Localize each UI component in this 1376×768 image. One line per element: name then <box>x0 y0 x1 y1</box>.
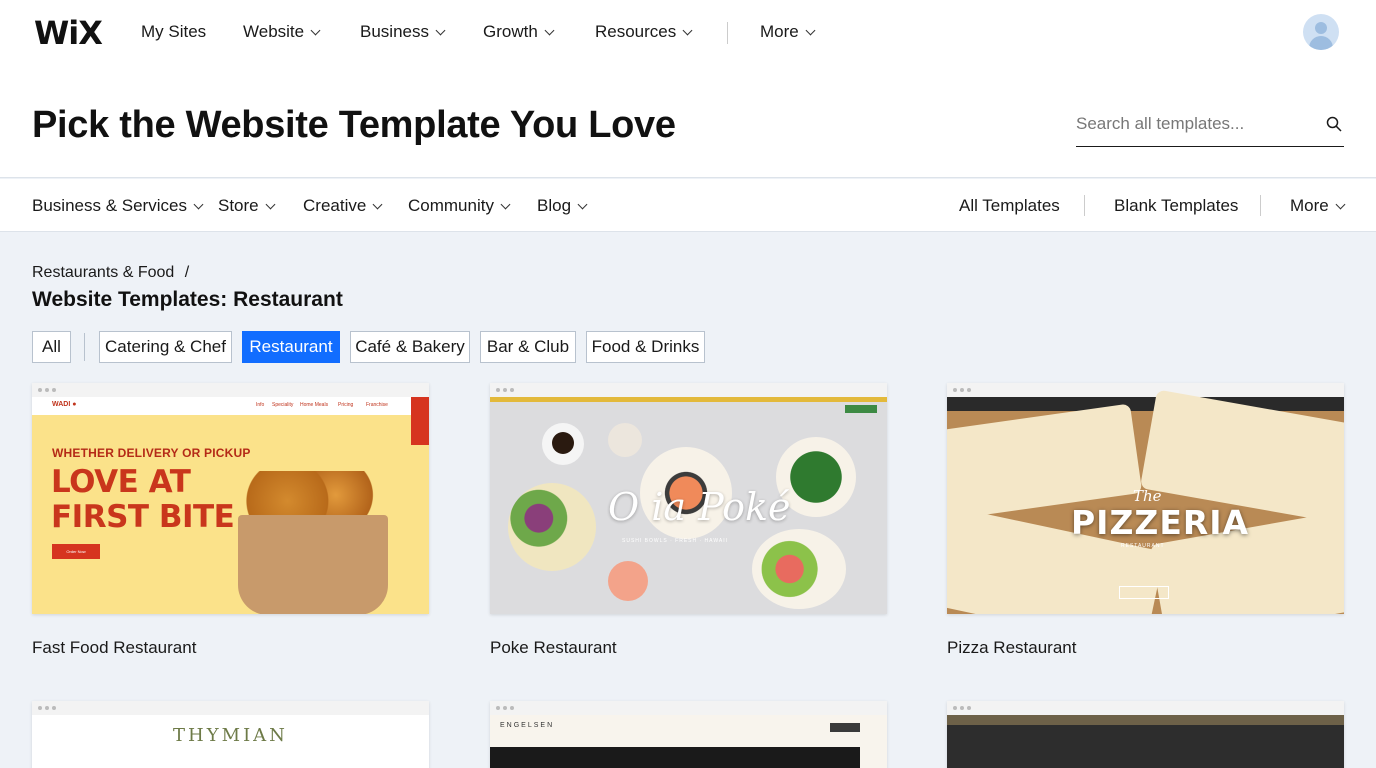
category-more[interactable]: More <box>1290 196 1346 216</box>
browser-bar <box>947 383 1344 397</box>
preview-nav <box>947 715 1344 725</box>
chevron-down-icon <box>805 25 816 35</box>
nav-business[interactable]: Business <box>360 22 446 42</box>
preview-headline: LOVE AT FIRST BITE <box>51 464 235 535</box>
nav-my-sites[interactable]: My Sites <box>141 22 206 42</box>
template-thumbnail[interactable]: THYMIAN <box>32 701 429 768</box>
nav-website[interactable]: Website <box>243 22 321 42</box>
breadcrumb: Restaurants & Food / <box>32 264 189 282</box>
chevron-down-icon <box>193 199 204 209</box>
preview-logo: THYMIAN <box>173 725 288 746</box>
browser-bar <box>947 701 1344 715</box>
chevron-down-icon <box>544 25 555 35</box>
thymian-preview: THYMIAN <box>32 715 429 768</box>
filter-divider <box>84 333 85 361</box>
search-input[interactable] <box>1076 112 1311 136</box>
preview-hero-image <box>490 747 860 768</box>
category-bar: Business & Services Store Creative Commu… <box>0 179 1376 232</box>
page-header: Pick the Website Template You Love <box>0 68 1376 178</box>
preview-button <box>1119 586 1169 599</box>
bucket-image <box>238 515 388 614</box>
poke-bowl-image <box>508 483 596 571</box>
category-store[interactable]: Store <box>218 196 276 216</box>
template-card-engelsen[interactable]: ENGELSEN <box>490 701 887 768</box>
category-business-services[interactable]: Business & Services <box>32 196 204 216</box>
wix-logo[interactable]: WiX <box>34 17 103 49</box>
filter-restaurant[interactable]: Restaurant <box>242 331 340 363</box>
filter-all[interactable]: All <box>32 331 71 363</box>
all-templates-link[interactable]: All Templates <box>959 196 1060 216</box>
category-creative[interactable]: Creative <box>303 196 383 216</box>
preview-button: Order Now <box>52 544 100 559</box>
template-title[interactable]: Fast Food Restaurant <box>32 638 429 658</box>
filter-catering-chef[interactable]: Catering & Chef <box>99 331 232 363</box>
template-card-pizza[interactable]: The PIZZERIA RESTAURANT Pizza Restaurant <box>947 383 1344 658</box>
template-thumbnail[interactable]: O ia Poké SUSHI BOWLS · FRESH · HAWAII <box>490 383 887 614</box>
preview-nav <box>947 397 1344 411</box>
preview-subtitle: SUSHI BOWLS · FRESH · HAWAII <box>622 538 728 544</box>
template-card-steakhouse[interactable] <box>947 701 1344 768</box>
fast-food-preview: WADI ● Info Speciality Home Meals Pricin… <box>32 397 429 614</box>
nav-growth[interactable]: Growth <box>483 22 555 42</box>
poke-bowl-image <box>752 529 846 609</box>
chevron-down-icon <box>265 199 276 209</box>
category-community[interactable]: Community <box>408 196 511 216</box>
preview-subtitle: RESTAURANT <box>1121 543 1165 549</box>
preview-logo: PIZZERIA <box>1071 503 1250 542</box>
browser-bar <box>490 701 887 715</box>
browser-bar <box>32 383 429 397</box>
avatar-head <box>1315 22 1327 34</box>
top-navigation: WiX My Sites Website Business Growth Res… <box>0 0 1376 68</box>
template-title[interactable]: Pizza Restaurant <box>947 638 1344 658</box>
chevron-down-icon <box>435 25 446 35</box>
filter-cafe-bakery[interactable]: Café & Bakery <box>350 331 470 363</box>
pizza-preview: The PIZZERIA RESTAURANT <box>947 389 1344 614</box>
template-card-thymian[interactable]: THYMIAN <box>32 701 429 768</box>
chevron-down-icon <box>310 25 321 35</box>
nav-more[interactable]: More <box>760 22 816 42</box>
engelsen-preview: ENGELSEN <box>490 715 887 768</box>
preview-logo: O ia Poké <box>608 485 791 529</box>
user-avatar[interactable] <box>1303 14 1339 50</box>
preview-logo: ENGELSEN <box>500 722 555 729</box>
browser-bar <box>32 701 429 715</box>
filter-food-drinks[interactable]: Food & Drinks <box>586 331 705 363</box>
chevron-down-icon <box>372 199 383 209</box>
nav-divider <box>727 22 728 44</box>
template-thumbnail[interactable]: WADI ● Info Speciality Home Meals Pricin… <box>32 383 429 614</box>
search-box <box>1076 112 1344 147</box>
chevron-down-icon <box>1335 199 1346 209</box>
chevron-down-icon <box>500 199 511 209</box>
breadcrumb-separator: / <box>184 264 190 281</box>
section-title: Website Templates: Restaurant <box>32 288 343 311</box>
chevron-down-icon <box>682 25 693 35</box>
search-icon[interactable] <box>1326 116 1342 132</box>
category-divider <box>1084 195 1085 216</box>
category-blog[interactable]: Blog <box>537 196 588 216</box>
restaurant-preview <box>947 715 1344 768</box>
template-thumbnail[interactable] <box>947 701 1344 768</box>
template-thumbnail[interactable]: ENGELSEN <box>490 701 887 768</box>
chevron-down-icon <box>577 199 588 209</box>
browser-bar <box>490 383 887 397</box>
avatar-body <box>1309 36 1333 50</box>
blank-templates-link[interactable]: Blank Templates <box>1114 196 1238 216</box>
template-thumbnail[interactable]: The PIZZERIA RESTAURANT <box>947 383 1344 614</box>
preview-nav: WADI ● Info Speciality Home Meals Pricin… <box>32 397 412 415</box>
template-title[interactable]: Poke Restaurant <box>490 638 887 658</box>
page-title: Pick the Website Template You Love <box>32 104 676 146</box>
ginger-image <box>608 561 648 601</box>
category-divider <box>1260 195 1261 216</box>
preview-order-tab <box>411 397 429 445</box>
filter-bar-club[interactable]: Bar & Club <box>480 331 576 363</box>
poke-preview: O ia Poké SUSHI BOWLS · FRESH · HAWAII <box>490 397 887 614</box>
template-card-fast-food[interactable]: WADI ● Info Speciality Home Meals Pricin… <box>32 383 429 658</box>
preview-kicker: WHETHER DELIVERY OR PICKUP <box>52 446 251 460</box>
nav-resources[interactable]: Resources <box>595 22 693 42</box>
breadcrumb-link[interactable]: Restaurants & Food <box>32 264 174 281</box>
preview-brand: WADI ● <box>52 401 77 408</box>
template-card-poke[interactable]: O ia Poké SUSHI BOWLS · FRESH · HAWAII P… <box>490 383 887 658</box>
